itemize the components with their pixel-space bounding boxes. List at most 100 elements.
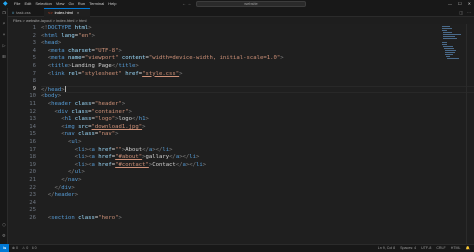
code-line[interactable]: <meta charset="UTF-8"> [41, 48, 122, 56]
code-token: link [51, 70, 65, 77]
code-line[interactable]: <h1 class="logo">logo</h1> [41, 116, 149, 124]
code-line[interactable]: <body> [41, 93, 61, 101]
more-actions-icon[interactable]: ⋯ [467, 8, 471, 17]
line-number: 1 [32, 25, 36, 31]
line-number: 17 [29, 146, 36, 153]
menu-file[interactable]: File [14, 1, 20, 7]
code-token: >< [84, 146, 92, 153]
code-line[interactable]: <head> [41, 40, 61, 48]
code-line[interactable]: <ul> [41, 139, 82, 147]
code-line[interactable]: <meta name="viewport" content="width=dev… [41, 55, 284, 63]
remote-indicator-icon[interactable]: ⇋ [0, 244, 9, 252]
code-token: > [196, 154, 200, 161]
status-warnings[interactable]: ⚠ 0 [22, 245, 28, 252]
split-editor-icon[interactable]: ◫ [459, 8, 463, 17]
minimize-icon[interactable]: — [448, 1, 452, 7]
run-debug-icon[interactable]: ▷ [1, 43, 7, 49]
status-info[interactable]: ℹ 0 [32, 245, 36, 252]
code-line[interactable]: <img src="download1.jpg"> [41, 124, 145, 132]
line-number: 21 [29, 177, 36, 183]
code-token: >< [84, 154, 92, 161]
menu-run[interactable]: Run [78, 1, 85, 7]
code-token: section [51, 215, 75, 221]
code-token: "hero" [98, 215, 119, 221]
status-line-ending[interactable]: CRLF [436, 245, 445, 252]
breadcrumb[interactable]: Files > website-layout > index.html > ht… [8, 17, 474, 24]
tab-task-css[interactable]: # task.css [8, 8, 44, 17]
code-editor[interactable]: 1 2 3 4 5 6 7 8 9 10 11 12 13 14 15 16 17 18 19 20 21 22 23 24 2… [8, 24, 474, 244]
code-line[interactable]: </head> [41, 85, 66, 94]
code-token: header [51, 101, 72, 107]
title-bar: ◆ File Edit Selection View Go Run Termin… [0, 0, 474, 8]
code-line[interactable]: <link rel="stylesheet" href="style.css"> [41, 71, 183, 79]
menu-selection[interactable]: Selection [35, 1, 51, 7]
code-token: > [280, 55, 284, 62]
code-line[interactable]: <title>Landing Page</title> [41, 63, 139, 71]
gear-icon[interactable]: ⚙ [1, 233, 7, 239]
menu-help[interactable]: Help [108, 1, 116, 7]
search-icon[interactable]: ⌕ [1, 21, 7, 27]
code-token: > [81, 169, 85, 176]
code-token: > [179, 70, 183, 77]
code-line[interactable]: </header> [41, 192, 78, 200]
code-line[interactable]: <header class="header"> [41, 101, 126, 109]
source-control-icon[interactable]: ⑂ [1, 32, 7, 38]
code-token: gallary [145, 154, 170, 161]
minimap[interactable] [442, 24, 462, 64]
nav-arrows-icon[interactable]: ← → [182, 1, 191, 7]
code-line[interactable]: <li><a href="">About</a></li> [41, 146, 173, 155]
status-indentation[interactable]: Spaces: 4 [400, 245, 416, 252]
status-errors[interactable]: ⊗ 0 [12, 245, 18, 252]
code-token: > [91, 32, 95, 39]
code-token: class [71, 108, 89, 115]
code-token: img [64, 123, 75, 130]
code-token: > [115, 131, 119, 138]
status-language[interactable]: HTML [451, 245, 461, 252]
menu-edit[interactable]: Edit [24, 1, 31, 7]
code-line[interactable]: <section class="hero"> [41, 215, 122, 223]
code-line[interactable]: <li><a href="#about">gallary</a></li> [41, 154, 200, 162]
code-token: ></ [185, 161, 197, 168]
account-icon[interactable]: ◯ [1, 222, 7, 228]
menu-go[interactable]: Go [68, 1, 73, 7]
status-cursor-position[interactable]: Ln 9, Col 8 [378, 245, 395, 252]
code-token: src [78, 123, 89, 130]
code-line[interactable]: <!DOCTYPE html> [41, 25, 92, 33]
maximize-icon[interactable]: ☐ [458, 1, 462, 7]
code-token: name [67, 55, 82, 62]
code-line[interactable]: <html lang="en"> [41, 33, 95, 41]
code-token: < [41, 108, 58, 115]
code-line[interactable]: <nav class="nav"> [41, 131, 119, 139]
explorer-icon[interactable]: ❐ [1, 10, 7, 16]
code-line[interactable]: </nav> [41, 177, 81, 185]
code-line[interactable]: </div> [41, 184, 74, 193]
code-token: "style.css" [142, 70, 180, 77]
code-token: class [74, 101, 92, 107]
menu-terminal[interactable]: Terminal [89, 1, 104, 7]
code-token: class [74, 116, 92, 123]
close-window-icon[interactable]: ✕ [468, 1, 471, 7]
line-number: 8 [32, 78, 36, 85]
code-token: li [78, 146, 85, 153]
code-token: </ [142, 146, 149, 153]
menu-view[interactable]: View [56, 1, 65, 7]
status-encoding[interactable]: UTF-8 [421, 245, 431, 252]
line-number: 6 [32, 63, 36, 69]
code-token: > [74, 192, 79, 199]
code-token: > [78, 139, 82, 145]
code-token: < [41, 123, 65, 130]
code-token: title [51, 63, 68, 69]
code-token: </ [169, 154, 176, 161]
code-line[interactable]: </ul> [41, 169, 85, 177]
extensions-icon[interactable]: ⊞ [1, 54, 7, 60]
code-line[interactable]: <li><a href="#contact">Contact</a></li> [41, 162, 206, 170]
notifications-icon[interactable]: 🔔 [466, 245, 470, 252]
line-number: 18 [29, 154, 36, 161]
command-center-search[interactable]: website [196, 1, 306, 7]
vertical-scrollbar[interactable] [466, 24, 474, 244]
code-line[interactable]: <div class="container"> [41, 109, 132, 117]
code-token: </ [41, 184, 62, 191]
tab-index-html[interactable]: <> index.html × [44, 8, 90, 17]
code-token: head [47, 86, 62, 93]
close-tab-icon[interactable]: × [77, 10, 79, 15]
